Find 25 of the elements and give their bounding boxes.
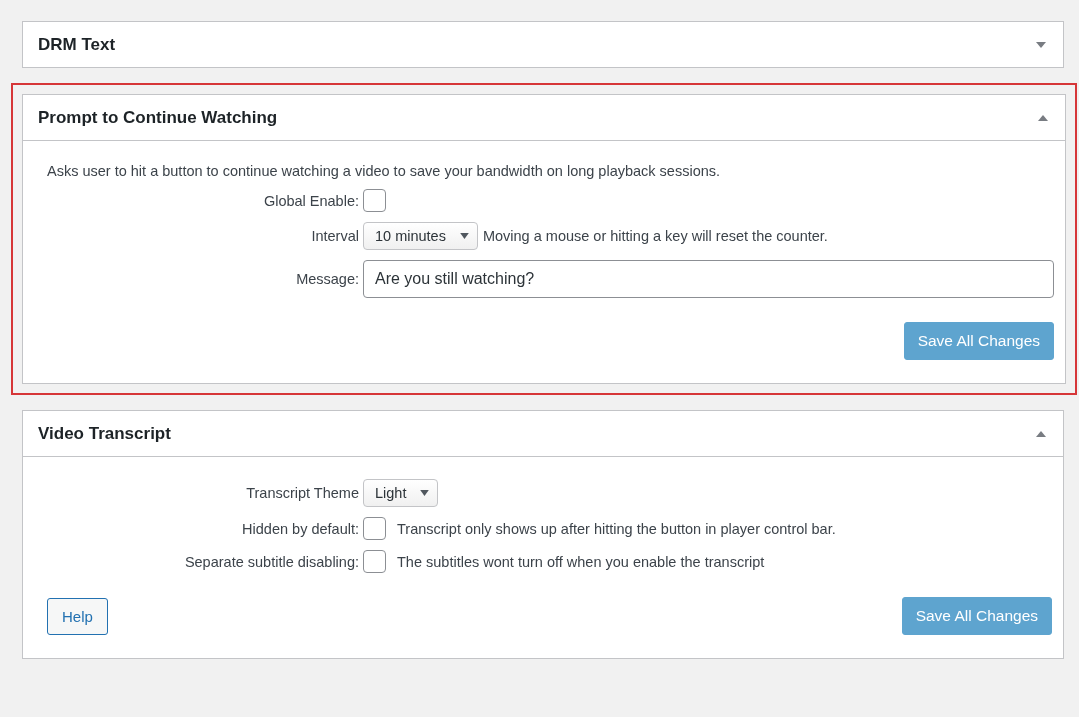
field-label: Transcript Theme xyxy=(245,485,360,501)
panel-title: Prompt to Continue Watching xyxy=(38,107,278,128)
message-input[interactable]: Are you still watching? xyxy=(363,260,1054,298)
toggle-icon[interactable] xyxy=(1036,429,1046,438)
field-hint: Moving a mouse or hitting a key will reset the counter. xyxy=(482,228,828,244)
caret-icon xyxy=(420,490,430,496)
field-label: Hidden by default: xyxy=(241,520,360,537)
field-label: Global Enable: xyxy=(262,192,360,209)
field-hint: Transcript only shows up after hitting the button in player control bar. xyxy=(397,520,836,537)
panel-description: Asks user to hit a button to continue watching a video to save your bandwidth on long playback sessions. xyxy=(47,163,722,179)
field-label: Message: xyxy=(295,271,360,287)
checkbox[interactable] xyxy=(363,517,386,540)
field-label: Interval xyxy=(310,228,360,244)
toggle-icon[interactable] xyxy=(1036,40,1046,49)
help-button[interactable]: Help xyxy=(47,597,108,635)
toggle-icon[interactable] xyxy=(1038,113,1048,122)
field-hint: The subtitles wont turn off when you enable the transcript xyxy=(397,553,765,570)
checkbox[interactable] xyxy=(363,189,386,212)
checkbox[interactable] xyxy=(363,550,386,573)
field-label: Separate subtitle disabling: xyxy=(183,553,360,570)
dropdown[interactable]: 10 minutes xyxy=(363,222,478,250)
caret-icon xyxy=(459,233,469,239)
dropdown[interactable]: Light xyxy=(363,479,439,507)
panel-title: DRM Text xyxy=(38,34,116,55)
panel-title: Video Transcript xyxy=(38,423,171,444)
